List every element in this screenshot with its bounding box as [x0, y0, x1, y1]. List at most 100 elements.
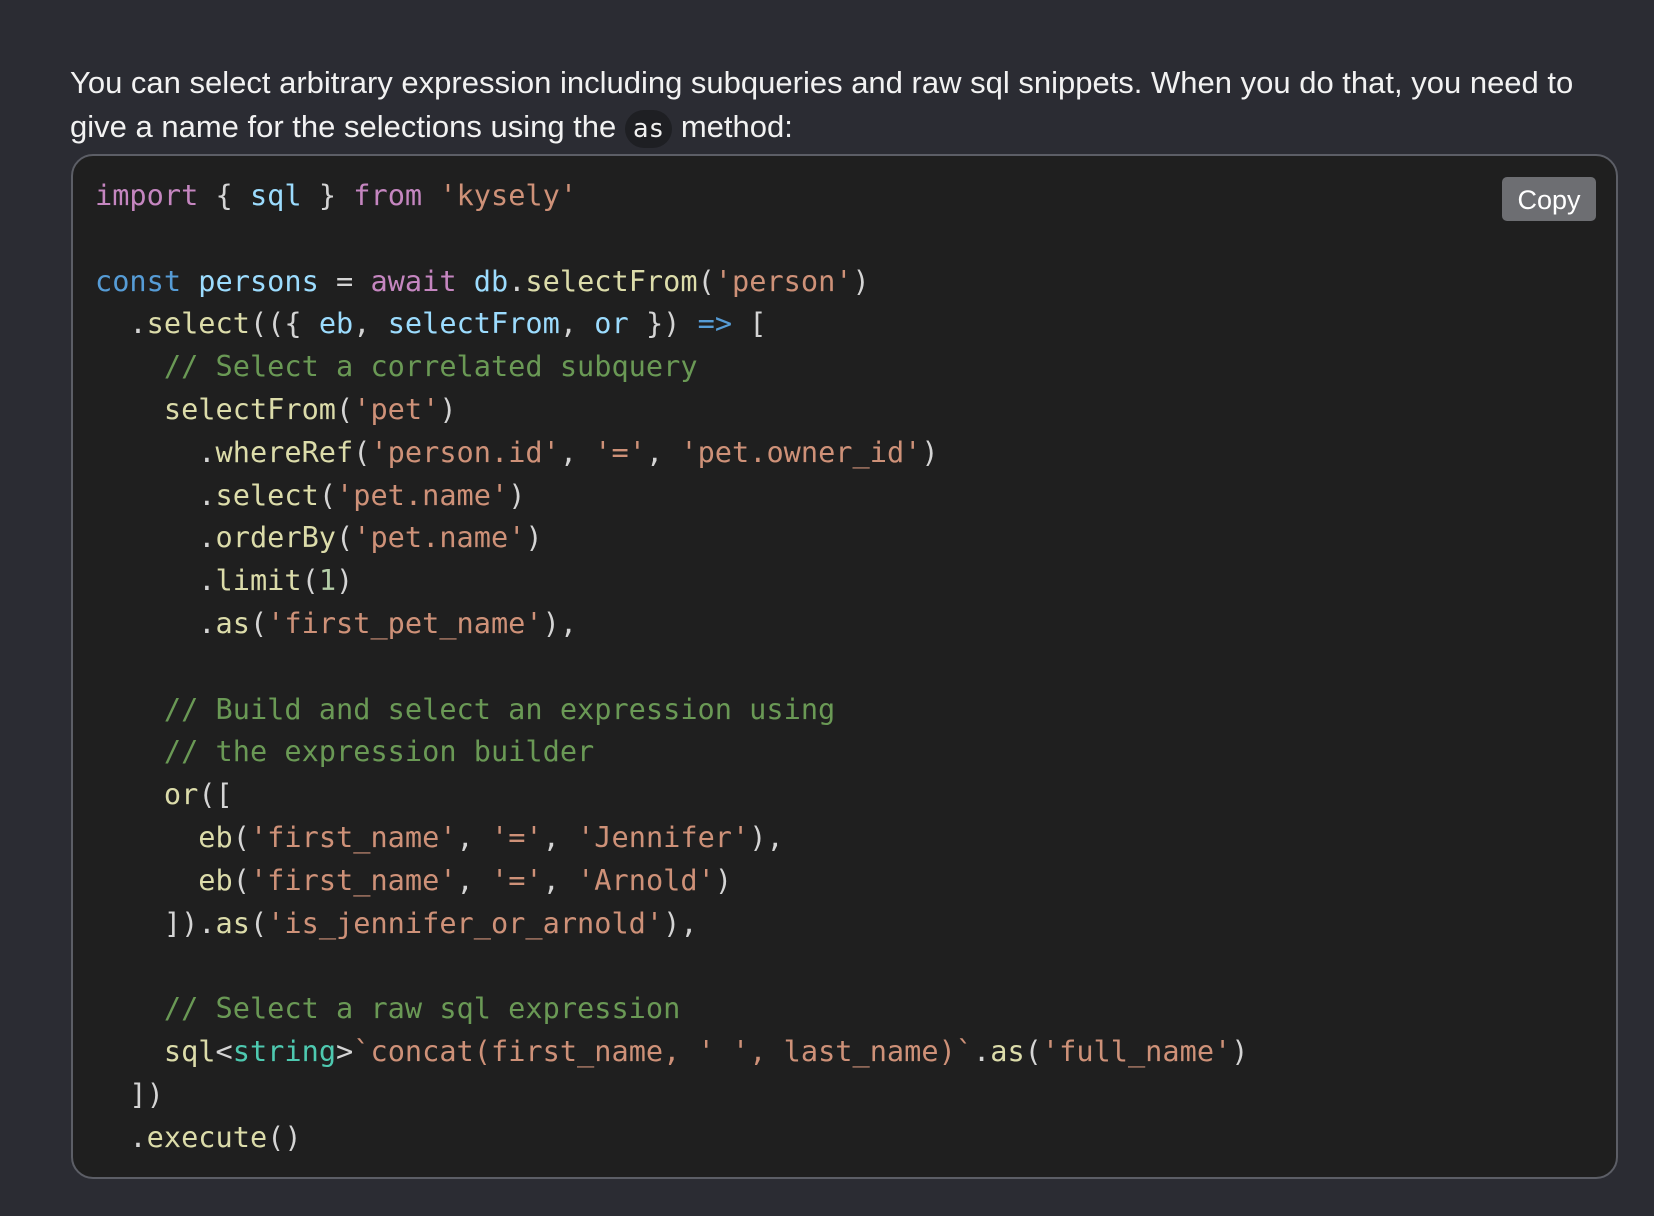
code-token: db — [473, 263, 509, 298]
code-token: } — [301, 178, 354, 212]
code-token: => — [697, 306, 733, 341]
code-line: .whereRef('person.id', '=', 'pet.owner_i… — [95, 434, 938, 469]
code-token: selectFrom — [387, 306, 560, 341]
code-token: '=' — [490, 862, 543, 897]
code-token: ]). — [95, 905, 216, 940]
code-token: = — [318, 263, 371, 298]
code-token: 'kysely' — [439, 178, 578, 212]
code-line: .execute() — [95, 1119, 302, 1154]
code-token: ) — [714, 862, 733, 897]
code-token: . — [508, 263, 526, 298]
code-token: 'is_jennifer_or_arnold' — [267, 905, 664, 940]
code-token: ( — [232, 862, 250, 897]
code-token: (({ — [249, 306, 319, 341]
code-token: sql — [249, 178, 302, 212]
code-token: 'first_name' — [249, 819, 457, 854]
code-token: `concat(first_name, ' ', last_name)` — [353, 1033, 974, 1068]
paragraph-text-before: You can select arbitrary expression incl… — [70, 65, 1574, 144]
code-token: . — [973, 1033, 991, 1068]
code-token: { — [198, 178, 250, 212]
code-token: 'pet.name' — [336, 477, 509, 512]
code-token: await — [370, 263, 457, 298]
code-token: ( — [301, 563, 319, 598]
code-token: eb — [198, 819, 233, 854]
code-line: .orderBy('pet.name') — [95, 520, 543, 555]
code-line: // Select a raw sql expression — [95, 991, 680, 1025]
code-token: // Select a correlated subquery — [163, 349, 698, 384]
code-token: import — [95, 178, 199, 212]
code-token: < — [215, 1033, 233, 1068]
code-line: // the expression builder — [95, 734, 594, 768]
code-lines: import { sql } from 'kysely' const perso… — [95, 178, 1248, 1154]
code-token: 'first_pet_name' — [267, 605, 543, 640]
code-token: , — [456, 819, 491, 854]
code-token: ( — [249, 605, 268, 640]
code-token: as — [215, 605, 250, 640]
code-token: select — [146, 306, 250, 341]
code-line: eb('first_name', '=', 'Arnold') — [95, 863, 732, 897]
code-token: ( — [232, 819, 250, 854]
code-line: ]).as('is_jennifer_or_arnold'), — [95, 906, 698, 940]
code-token: limit — [215, 563, 302, 598]
code-token: or — [163, 777, 199, 812]
code-token: sql — [163, 1033, 216, 1068]
copy-button[interactable]: Copy — [1502, 177, 1596, 221]
code-token: , — [353, 306, 388, 341]
code-token: '=' — [490, 819, 543, 854]
code-token: ) — [439, 391, 457, 426]
code-token: 'full_name' — [1041, 1033, 1232, 1068]
code-token: select — [215, 477, 319, 512]
code-token: , — [456, 862, 491, 897]
code-line: // Select a correlated subquery — [95, 349, 698, 383]
code-line: .select('pet.name') — [95, 478, 525, 512]
code-token: // Select a raw sql expression — [163, 991, 681, 1026]
code-line: const persons = await db.selectFrom('per… — [95, 264, 870, 298]
code-block: Copy import { sql } from 'kysely' const … — [71, 154, 1618, 1179]
code-token: ( — [249, 905, 268, 940]
code-token: > — [336, 1033, 354, 1068]
code-token: persons — [198, 263, 319, 298]
code-token: ), — [663, 905, 698, 940]
code-line: eb('first_name', '=', 'Jennifer'), — [95, 819, 783, 854]
code-token: ) — [525, 520, 543, 555]
code-line: .as('first_pet_name'), — [95, 606, 577, 640]
code-token: () — [267, 1119, 302, 1154]
code-token: eb — [198, 862, 233, 897]
code-token: const — [95, 263, 182, 298]
code-token: , — [559, 306, 595, 341]
paragraph-text-after: method: — [672, 109, 793, 144]
code-token: string — [232, 1033, 337, 1068]
code-token: // Build and select an expression using — [163, 691, 836, 726]
code-token: [ — [732, 306, 767, 341]
code-token: selectFrom — [163, 391, 337, 426]
code-token: . — [95, 563, 216, 598]
code-line: sql<string>`concat(first_name, ' ', last… — [95, 1033, 1249, 1068]
code-token: . — [95, 605, 216, 640]
code-token: ( — [336, 391, 354, 426]
inline-code-as: as — [624, 110, 673, 148]
code-token: 1 — [318, 563, 337, 598]
code-token: ) — [1231, 1033, 1249, 1068]
code-line: // Build and select an expression using — [95, 692, 835, 726]
code-token: as — [215, 905, 250, 940]
code-token: from — [353, 178, 423, 212]
code-token: // the expression builder — [163, 734, 595, 769]
code-token: 'Arnold' — [577, 862, 715, 897]
code-token: ) — [852, 263, 870, 298]
code-token: ), — [542, 605, 578, 640]
code-token: ) — [336, 563, 354, 598]
code-token: ) — [508, 477, 526, 512]
code-token: execute — [146, 1119, 268, 1154]
code-token: . — [95, 520, 216, 555]
code-token: 'first_name' — [249, 862, 457, 897]
code-token: '=' — [594, 434, 646, 469]
